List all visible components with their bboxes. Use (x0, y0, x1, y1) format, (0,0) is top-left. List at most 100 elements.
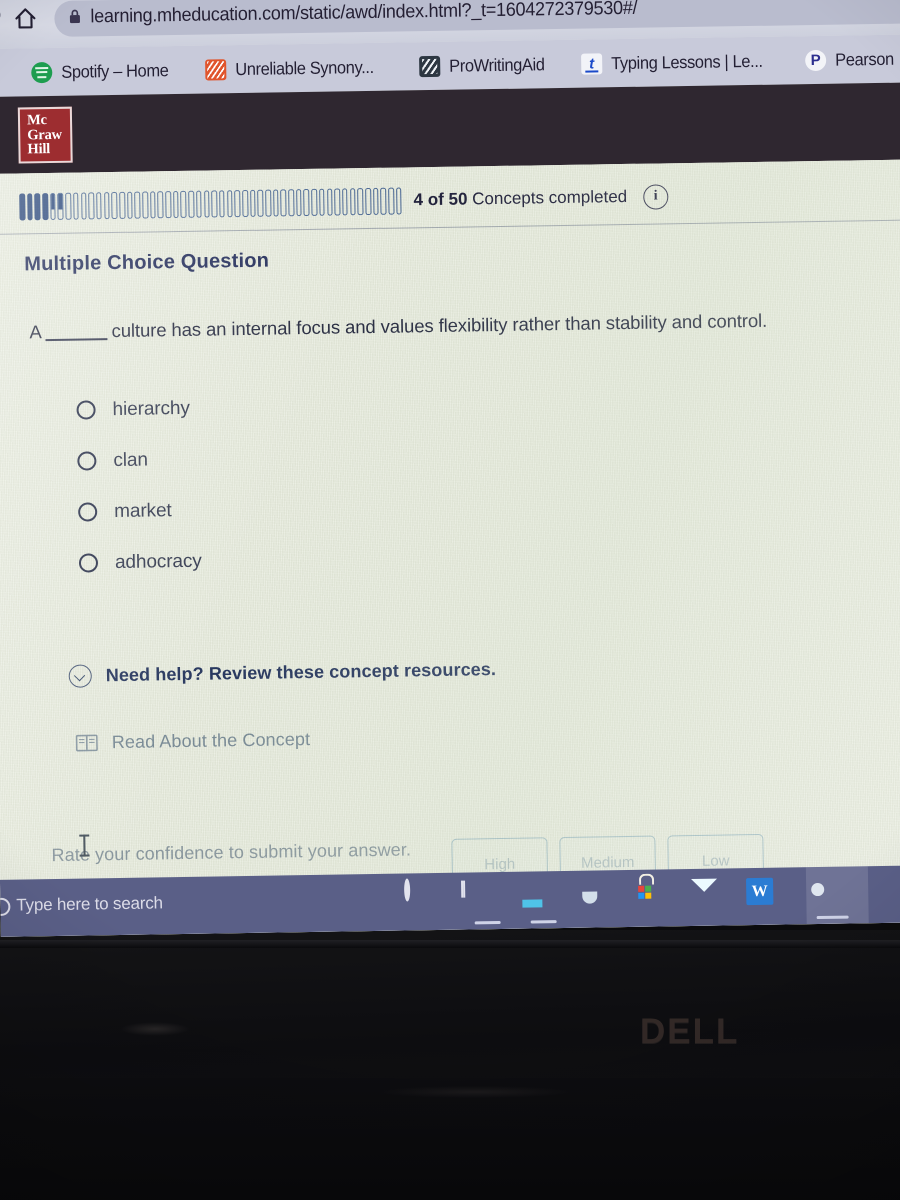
progress-tick (211, 189, 218, 217)
task-view-icon[interactable] (461, 880, 491, 910)
answer-option-label: adhocracy (114, 550, 202, 573)
progress-tick (188, 190, 195, 218)
bookmark-typing-lessons[interactable]: t Typing Lessons | Le... (581, 46, 773, 79)
progress-tick (165, 190, 172, 218)
progress-tick (80, 191, 87, 220)
progress-status: 4 of 50 Concepts completed (413, 187, 627, 210)
radio-button[interactable] (77, 451, 97, 471)
progress-tick (103, 191, 110, 219)
cortana-icon[interactable] (403, 878, 434, 911)
bezel-reflection (380, 1086, 570, 1098)
progress-tick (111, 191, 118, 219)
answer-option[interactable]: adhocracy (78, 536, 203, 589)
edge-icon[interactable] (575, 878, 605, 908)
word-icon[interactable]: W (746, 876, 776, 906)
progress-tick (134, 191, 141, 219)
bookmark-unreliable-synonyms[interactable]: Unreliable Synony... (205, 52, 383, 85)
progress-tick (34, 192, 41, 220)
radio-button[interactable] (78, 502, 98, 522)
question-text-after: culture has an internal focus and values… (111, 309, 768, 342)
site-header: Mc Graw Hill (0, 82, 900, 174)
file-explorer-icon[interactable] (518, 879, 548, 909)
logo-line-1: Mc (26, 112, 47, 129)
need-help-toggle[interactable]: Need help? Review these concept resource… (68, 658, 497, 688)
answer-option[interactable]: clan (77, 434, 201, 487)
progress-bar (19, 185, 402, 221)
progress-tick (195, 190, 202, 218)
pearson-icon: P (805, 49, 827, 71)
radio-button[interactable] (76, 400, 96, 420)
answer-option-label: hierarchy (112, 397, 190, 420)
progress-tick (49, 192, 56, 220)
edge-running-indicator (530, 920, 557, 924)
progress-tick (88, 191, 95, 219)
progress-tick (288, 188, 295, 216)
read-about-concept-link[interactable]: Read About the Concept (75, 729, 311, 754)
progress-tick (349, 187, 356, 215)
chevron-down-circle-icon (68, 664, 92, 688)
home-icon[interactable] (12, 5, 38, 31)
photograph-of-laptop-screen: DELL learning.mheducation.com/static/awd… (0, 0, 900, 1200)
answer-option[interactable]: hierarchy (76, 383, 200, 436)
lock-icon (68, 9, 81, 25)
progress-tick (318, 188, 325, 216)
progress-tick (19, 192, 26, 221)
need-help-label: Need help? Review these concept resource… (105, 659, 497, 686)
progress-tick (388, 187, 395, 215)
explorer-running-indicator (474, 921, 501, 924)
progress-tick (341, 187, 349, 215)
progress-tick (234, 189, 241, 217)
bookmark-pearson[interactable]: P Pearson (805, 44, 898, 75)
mail-icon[interactable] (689, 877, 719, 907)
progress-tick (126, 191, 133, 219)
question-type-label: Multiple Choice Question (24, 249, 270, 276)
bezel-smudge (120, 1022, 190, 1036)
progress-tick (219, 189, 226, 217)
read-about-concept-label: Read About the Concept (111, 729, 311, 753)
progress-tick (395, 186, 402, 215)
chrome-running-indicator (816, 915, 849, 919)
progress-tick (172, 190, 179, 218)
progress-tick (119, 191, 126, 219)
bookmark-prowritingaid[interactable]: ProWritingAid (419, 49, 551, 81)
search-circle-icon[interactable] (0, 897, 11, 917)
info-glyph: i (653, 188, 658, 204)
progress-tick (372, 187, 379, 215)
progress-tick (249, 189, 256, 217)
bookmark-label: Unreliable Synony... (235, 56, 374, 79)
microsoft-store-icon[interactable] (632, 877, 662, 907)
answer-option-label: market (114, 499, 172, 522)
spotify-icon (31, 61, 53, 83)
question-text-before: A (29, 321, 42, 343)
progress-tick (326, 188, 333, 216)
radio-button[interactable] (78, 553, 99, 573)
taskbar-icons: W (403, 875, 833, 912)
question-text: Aculture has an internal focus and value… (29, 308, 900, 344)
chrome-icon[interactable] (803, 875, 833, 905)
bookmark-spotify[interactable]: Spotify – Home (31, 55, 176, 87)
logo-line-3: Hill (27, 141, 51, 158)
book-icon (75, 734, 98, 752)
progress-tick (357, 187, 364, 215)
progress-tick (26, 192, 33, 220)
progress-tick (96, 191, 103, 219)
mcgraw-hill-logo[interactable]: Mc Graw Hill (17, 106, 73, 164)
progress-row: 4 of 50 Concepts completed i (19, 172, 900, 228)
progress-tick (380, 187, 387, 215)
progress-tick (149, 190, 156, 218)
info-icon[interactable]: i (642, 183, 669, 210)
assignment-page: 4 of 50 Concepts completed i Multiple Ch… (0, 159, 900, 937)
answer-options: hierarchy clan market adhocracy (76, 383, 202, 589)
search-input[interactable]: Type here to search (16, 893, 163, 915)
progress-tick (295, 188, 302, 216)
url-text: learning.mheducation.com/static/awd/inde… (90, 0, 638, 28)
progress-tick (180, 190, 187, 218)
answer-option[interactable]: market (78, 485, 202, 538)
progress-tick (280, 188, 287, 216)
progress-tick (242, 189, 249, 217)
progress-tick (65, 192, 72, 220)
progress-tick (72, 192, 79, 220)
progress-tick (311, 188, 318, 216)
laptop-screen: learning.mheducation.com/static/awd/inde… (0, 0, 900, 937)
progress-tick (257, 189, 264, 217)
